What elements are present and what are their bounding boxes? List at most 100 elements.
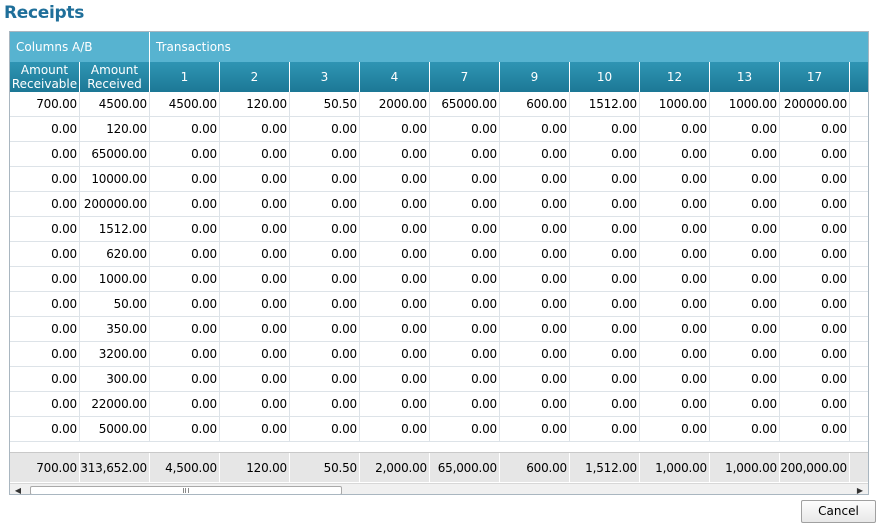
table-cell[interactable]: 0.00 [640, 292, 710, 316]
table-cell[interactable]: 200000.00 [780, 92, 850, 116]
table-cell[interactable]: 0.00 [570, 392, 640, 416]
table-cell[interactable]: 0.00 [780, 292, 850, 316]
table-cell[interactable]: 0.00 [500, 142, 570, 166]
table-cell[interactable]: 1512.00 [570, 92, 640, 116]
table-cell[interactable]: 1000.00 [80, 267, 150, 291]
table-cell[interactable]: 0.00 [290, 192, 360, 216]
table-cell[interactable]: 0.00 [360, 192, 430, 216]
table-cell[interactable]: 0.00 [500, 267, 570, 291]
table-cell[interactable]: 0.00 [150, 392, 220, 416]
table-cell[interactable]: 0.00 [710, 317, 780, 341]
table-cell[interactable]: 0.00 [10, 242, 80, 266]
table-cell[interactable]: 0.00 [500, 242, 570, 266]
table-cell[interactable]: 0.00 [780, 417, 850, 441]
table-cell[interactable]: 0.00 [640, 267, 710, 291]
table-cell[interactable]: 0.00 [290, 367, 360, 391]
table-cell[interactable]: 0.00 [220, 367, 290, 391]
table-cell[interactable]: 0.00 [150, 292, 220, 316]
table-cell[interactable]: 1512.00 [80, 217, 150, 241]
table-cell[interactable]: 65000.00 [430, 92, 500, 116]
table-cell[interactable]: 0.00 [360, 317, 430, 341]
table-cell[interactable]: 0.00 [360, 267, 430, 291]
table-cell[interactable]: 0.00 [290, 417, 360, 441]
table-cell[interactable]: 0.00 [500, 367, 570, 391]
column-header[interactable]: 12 [640, 62, 710, 92]
table-cell[interactable]: 0.00 [780, 367, 850, 391]
table-cell[interactable]: 3200.00 [80, 342, 150, 366]
table-cell[interactable]: 0.00 [430, 142, 500, 166]
table-cell[interactable]: 0.00 [290, 292, 360, 316]
table-cell[interactable]: 0.00 [10, 417, 80, 441]
table-cell[interactable]: 0.00 [500, 342, 570, 366]
table-cell[interactable]: 0.00 [220, 292, 290, 316]
table-cell[interactable]: 0.00 [640, 317, 710, 341]
column-header[interactable]: 13 [710, 62, 780, 92]
table-cell[interactable]: 0.00 [10, 217, 80, 241]
table-row[interactable]: 0.00 620.00 0.00 0.00 0.00 0.00 0.00 0.00 0.00 0.… [10, 242, 868, 267]
table-cell[interactable]: 22000.00 [80, 392, 150, 416]
column-header[interactable]: 2 [220, 62, 290, 92]
table-cell[interactable]: 0.00 [640, 192, 710, 216]
table-cell[interactable]: 300.00 [80, 367, 150, 391]
table-cell[interactable]: 700.00 [10, 92, 80, 116]
table-row[interactable]: 0.00 22000.00 0.00 0.00 0.00 0.00 0.00 0.00 0.00… [10, 392, 868, 417]
table-cell[interactable]: 0.00 [290, 242, 360, 266]
table-cell[interactable]: 0.00 [500, 192, 570, 216]
table-cell[interactable]: 0.00 [640, 242, 710, 266]
table-cell[interactable]: 0.00 [290, 167, 360, 191]
table-cell[interactable]: 0.00 [290, 317, 360, 341]
table-cell[interactable]: 0.00 [570, 217, 640, 241]
column-header[interactable]: 9 [500, 62, 570, 92]
table-cell[interactable]: 350.00 [80, 317, 150, 341]
table-cell[interactable]: 0.00 [10, 167, 80, 191]
table-cell[interactable]: 0.00 [220, 342, 290, 366]
table-cell[interactable]: 0.00 [640, 342, 710, 366]
table-cell[interactable]: 0.00 [290, 267, 360, 291]
table-cell[interactable]: 0.00 [360, 392, 430, 416]
table-cell[interactable]: 0.00 [10, 267, 80, 291]
table-cell[interactable]: 50.50 [290, 92, 360, 116]
table-cell[interactable]: 0.00 [150, 267, 220, 291]
table-cell[interactable]: 0.00 [780, 142, 850, 166]
table-cell[interactable]: 0.00 [360, 167, 430, 191]
table-cell[interactable]: 0.00 [780, 392, 850, 416]
table-cell[interactable]: 0.00 [570, 367, 640, 391]
table-cell[interactable]: 0.00 [500, 292, 570, 316]
table-cell[interactable]: 0.00 [570, 417, 640, 441]
table-cell[interactable]: 1000.00 [710, 92, 780, 116]
table-cell[interactable]: 0.00 [150, 117, 220, 141]
table-cell[interactable]: 50.00 [80, 292, 150, 316]
table-row[interactable]: 0.00 200000.00 0.00 0.00 0.00 0.00 0.00 0.00 0.0… [10, 192, 868, 217]
table-cell[interactable]: 0.00 [360, 217, 430, 241]
table-cell[interactable]: 0.00 [780, 242, 850, 266]
table-cell[interactable]: 4500.00 [150, 92, 220, 116]
table-row[interactable]: 700.00 4500.00 4500.00 120.00 50.50 2000.00 65… [10, 92, 868, 117]
column-header[interactable]: Amount Received [80, 62, 150, 92]
table-cell[interactable]: 0.00 [710, 292, 780, 316]
table-cell[interactable]: 0.00 [360, 367, 430, 391]
table-cell[interactable]: 0.00 [640, 417, 710, 441]
table-cell[interactable]: 0.00 [780, 117, 850, 141]
table-cell[interactable]: 0.00 [10, 292, 80, 316]
table-cell[interactable]: 0.00 [710, 367, 780, 391]
table-cell[interactable]: 0.00 [220, 192, 290, 216]
table-row[interactable]: 0.00 1000.00 0.00 0.00 0.00 0.00 0.00 0.00 0.00 0… [10, 267, 868, 292]
table-cell[interactable]: 0.00 [710, 217, 780, 241]
table-row[interactable]: 0.00 1512.00 0.00 0.00 0.00 0.00 0.00 0.00 0.00 0… [10, 217, 868, 242]
table-cell[interactable]: 0.00 [430, 217, 500, 241]
table-cell[interactable]: 1000.00 [640, 92, 710, 116]
table-cell[interactable]: 0.00 [430, 192, 500, 216]
table-cell[interactable]: 0.00 [10, 117, 80, 141]
table-cell[interactable]: 0.00 [150, 242, 220, 266]
table-cell[interactable]: 0.00 [430, 417, 500, 441]
table-cell[interactable]: 0.00 [150, 167, 220, 191]
table-cell[interactable]: 0.00 [640, 142, 710, 166]
table-cell[interactable]: 0.00 [640, 392, 710, 416]
table-row[interactable]: 0.00 10000.00 0.00 0.00 0.00 0.00 0.00 0.00 0.00… [10, 167, 868, 192]
scroll-right-icon[interactable]: ▶ [854, 485, 866, 494]
table-cell[interactable]: 0.00 [570, 292, 640, 316]
table-cell[interactable]: 0.00 [640, 217, 710, 241]
table-cell[interactable]: 0.00 [430, 392, 500, 416]
table-row[interactable]: 0.00 65000.00 0.00 0.00 0.00 0.00 0.00 0.00 0.00… [10, 142, 868, 167]
column-header[interactable]: 4 [360, 62, 430, 92]
